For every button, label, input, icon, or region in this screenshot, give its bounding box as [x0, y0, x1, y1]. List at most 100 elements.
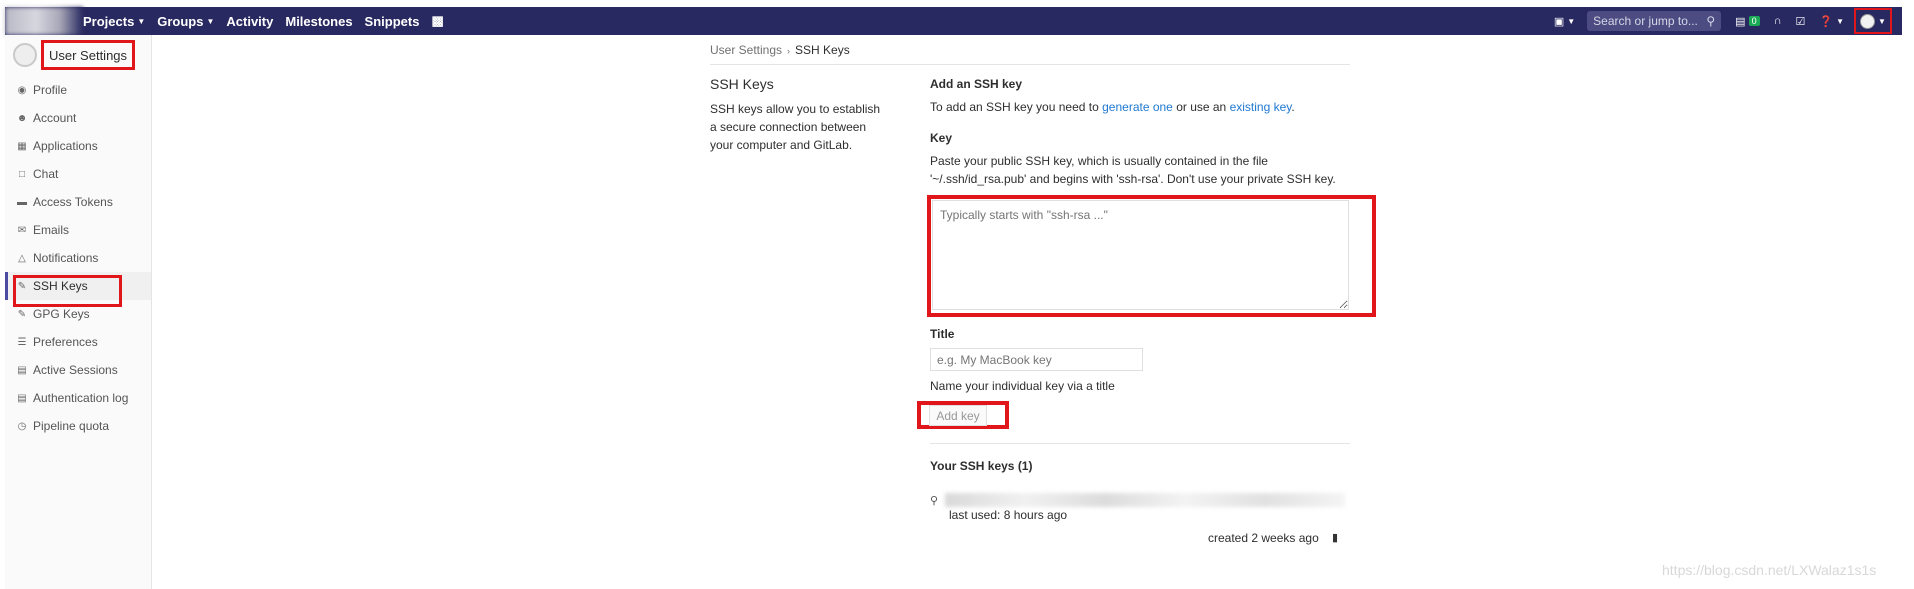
gitlab-logo[interactable] — [5, 7, 83, 35]
search-input[interactable]: Search or jump to... ⚲ — [1587, 11, 1722, 31]
todo-icon[interactable]: ☑ — [1796, 15, 1806, 28]
account-icon: ☻ — [16, 112, 28, 124]
title-help: Name your individual key via a title — [930, 379, 1115, 393]
section-description: SSH keys allow you to establish a secure… — [710, 102, 881, 152]
chevron-down-icon: ▼ — [1567, 16, 1576, 26]
watermark: https://blog.csdn.net/LXWalaz1s1s — [1662, 562, 1877, 578]
sidebar-item-applications[interactable]: ▦ Applications — [5, 132, 151, 160]
sidebar-item-label: Emails — [33, 223, 70, 237]
sidebar-item-pipeline-quota[interactable]: ◷ Pipeline quota — [5, 412, 151, 440]
trash-icon[interactable]: ▮ — [1332, 531, 1338, 544]
avatar — [13, 43, 37, 67]
avatar — [1860, 13, 1876, 29]
nav-milestones[interactable]: Milestones — [285, 14, 352, 29]
key-created: created 2 weeks ago — [1208, 531, 1319, 545]
sidebar-item-label: Profile — [33, 83, 68, 97]
top-navbar: Projects ▼ Groups ▼ Activity Milestones Sn… — [5, 7, 1902, 35]
profile-icon: ◉ — [17, 84, 27, 96]
plus-square-icon: ▣ — [1553, 15, 1565, 28]
sidebar-item-chat[interactable]: □ Chat — [5, 160, 151, 188]
sidebar-item-notifications[interactable]: △ Notifications — [5, 244, 151, 272]
title-input[interactable] — [930, 348, 1143, 371]
sidebar-item-account[interactable]: ☻ Account — [5, 104, 151, 132]
sidebar-item-access-tokens[interactable]: ▬ Access Tokens — [5, 188, 151, 216]
sidebar-item-profile[interactable]: ◉ Profile — [5, 76, 151, 104]
intro-text: . — [1291, 100, 1295, 114]
help-icon: ❓ — [1819, 15, 1834, 28]
merge-request-icon[interactable]: ∩ — [1774, 15, 1782, 27]
nav-activity[interactable]: Activity — [226, 14, 273, 29]
divider — [710, 64, 1350, 65]
sidebar-item-authentication-log[interactable]: ▤ Authentication log — [5, 384, 151, 412]
issues-icon: ▤ — [1735, 15, 1746, 28]
issues-counter[interactable]: ▤ 0 — [1735, 15, 1760, 28]
sidebar-item-label: Preferences — [33, 335, 98, 349]
user-menu[interactable]: ▼ — [1854, 8, 1892, 34]
nav-groups-label: Groups — [157, 13, 204, 29]
title-label: Title — [930, 327, 955, 341]
intro-text: or use an — [1172, 100, 1230, 114]
chevron-down-icon: ▼ — [1836, 16, 1844, 26]
nav-projects-label: Projects — [83, 13, 135, 29]
quota-icon: ◷ — [17, 420, 27, 432]
sidebar-item-label: Notifications — [33, 251, 99, 265]
breadcrumb-parent[interactable]: User Settings — [710, 43, 782, 57]
sidebar-item-preferences[interactable]: ☰ Preferences — [5, 328, 151, 356]
nav-snippets[interactable]: Snippets — [365, 14, 420, 29]
breadcrumb-current[interactable]: SSH Keys — [795, 43, 850, 57]
existing-key-link[interactable]: existing key — [1230, 100, 1292, 114]
preferences-icon: ☰ — [17, 336, 27, 348]
sidebar-item-label: Pipeline quota — [33, 419, 110, 433]
search-placeholder: Search or jump to... — [1593, 14, 1698, 28]
key-fingerprint-redacted[interactable] — [945, 493, 1345, 507]
token-icon: ▬ — [17, 196, 27, 208]
key-icon: ⚲ — [930, 495, 939, 507]
add-key-intro: To add an SSH key you need to generate o… — [930, 100, 1295, 114]
nav-groups[interactable]: Groups ▼ — [157, 14, 214, 29]
key-help-line: '~/.ssh/id_rsa.pub' and begins with 'ssh… — [930, 172, 1336, 186]
sidebar-title[interactable]: User Settings — [41, 40, 136, 70]
sidebar-item-active-sessions[interactable]: ▤ Active Sessions — [5, 356, 151, 384]
new-dropdown[interactable]: ▣ ▼ — [1554, 15, 1575, 28]
sidebar-item-label: Authentication log — [33, 391, 129, 405]
generate-one-link[interactable]: generate one — [1102, 100, 1173, 114]
active-indicator — [5, 272, 8, 300]
sidebar-item-label: Applications — [33, 139, 98, 153]
sidebar-item-ssh-keys[interactable]: ✎ SSH Keys — [5, 272, 151, 307]
counter-badge: 0 — [1748, 16, 1760, 26]
section-title: SSH Keys — [710, 76, 774, 92]
log-icon: ▤ — [17, 392, 27, 404]
sidebar-item-label: Chat — [33, 167, 59, 181]
key-textarea[interactable] — [932, 200, 1349, 310]
ssh-keys-heading: Your SSH keys (1) — [930, 459, 1033, 473]
email-icon: ✉ — [17, 224, 27, 236]
sessions-icon: ▤ — [17, 364, 27, 376]
sidebar: User Settings ◉ Profile ☻ Account ▦ Applica… — [5, 35, 152, 589]
nav-projects[interactable]: Projects ▼ — [83, 14, 145, 29]
sidebar-item-label: Active Sessions — [33, 363, 118, 377]
nav-links: Projects ▼ Groups ▼ Activity Milestones Sn… — [83, 7, 456, 35]
key-label: Key — [930, 131, 953, 145]
sidebar-header: User Settings — [13, 40, 136, 70]
sidebar-item-label: GPG Keys — [33, 307, 90, 321]
key-help-line: Paste your public SSH key, which is usua… — [930, 154, 1268, 168]
breadcrumb: User Settings › SSH Keys — [710, 43, 850, 57]
intro-text: To add an SSH key you need to — [930, 100, 1103, 114]
sidebar-item-emails[interactable]: ✉ Emails — [5, 216, 151, 244]
sidebar-item-label: Account — [33, 111, 77, 125]
sidebar-item-gpg-keys[interactable]: ✎ GPG Keys — [5, 300, 151, 328]
chevron-right-icon: › — [787, 46, 791, 56]
chat-icon: □ — [18, 168, 26, 180]
help-dropdown[interactable]: ❓ ▼ — [1819, 15, 1844, 28]
applications-icon: ▦ — [17, 140, 27, 152]
chevron-down-icon: ▼ — [137, 16, 146, 26]
nav-right: ▣ ▼ Search or jump to... ⚲ ▤ 0 ∩ ☑ ❓ ▼ ▼ — [1540, 7, 1892, 35]
sidebar-item-label: Access Tokens — [33, 195, 113, 209]
key-icon: ✎ — [17, 308, 27, 320]
search-icon: ⚲ — [1706, 14, 1716, 28]
bell-icon: △ — [18, 252, 26, 264]
chevron-down-icon: ▼ — [1878, 16, 1886, 26]
key-last-used: last used: 8 hours ago — [949, 508, 1068, 522]
chart-icon[interactable]: ▩ — [431, 13, 443, 29]
add-key-button[interactable]: Add key — [929, 405, 987, 426]
